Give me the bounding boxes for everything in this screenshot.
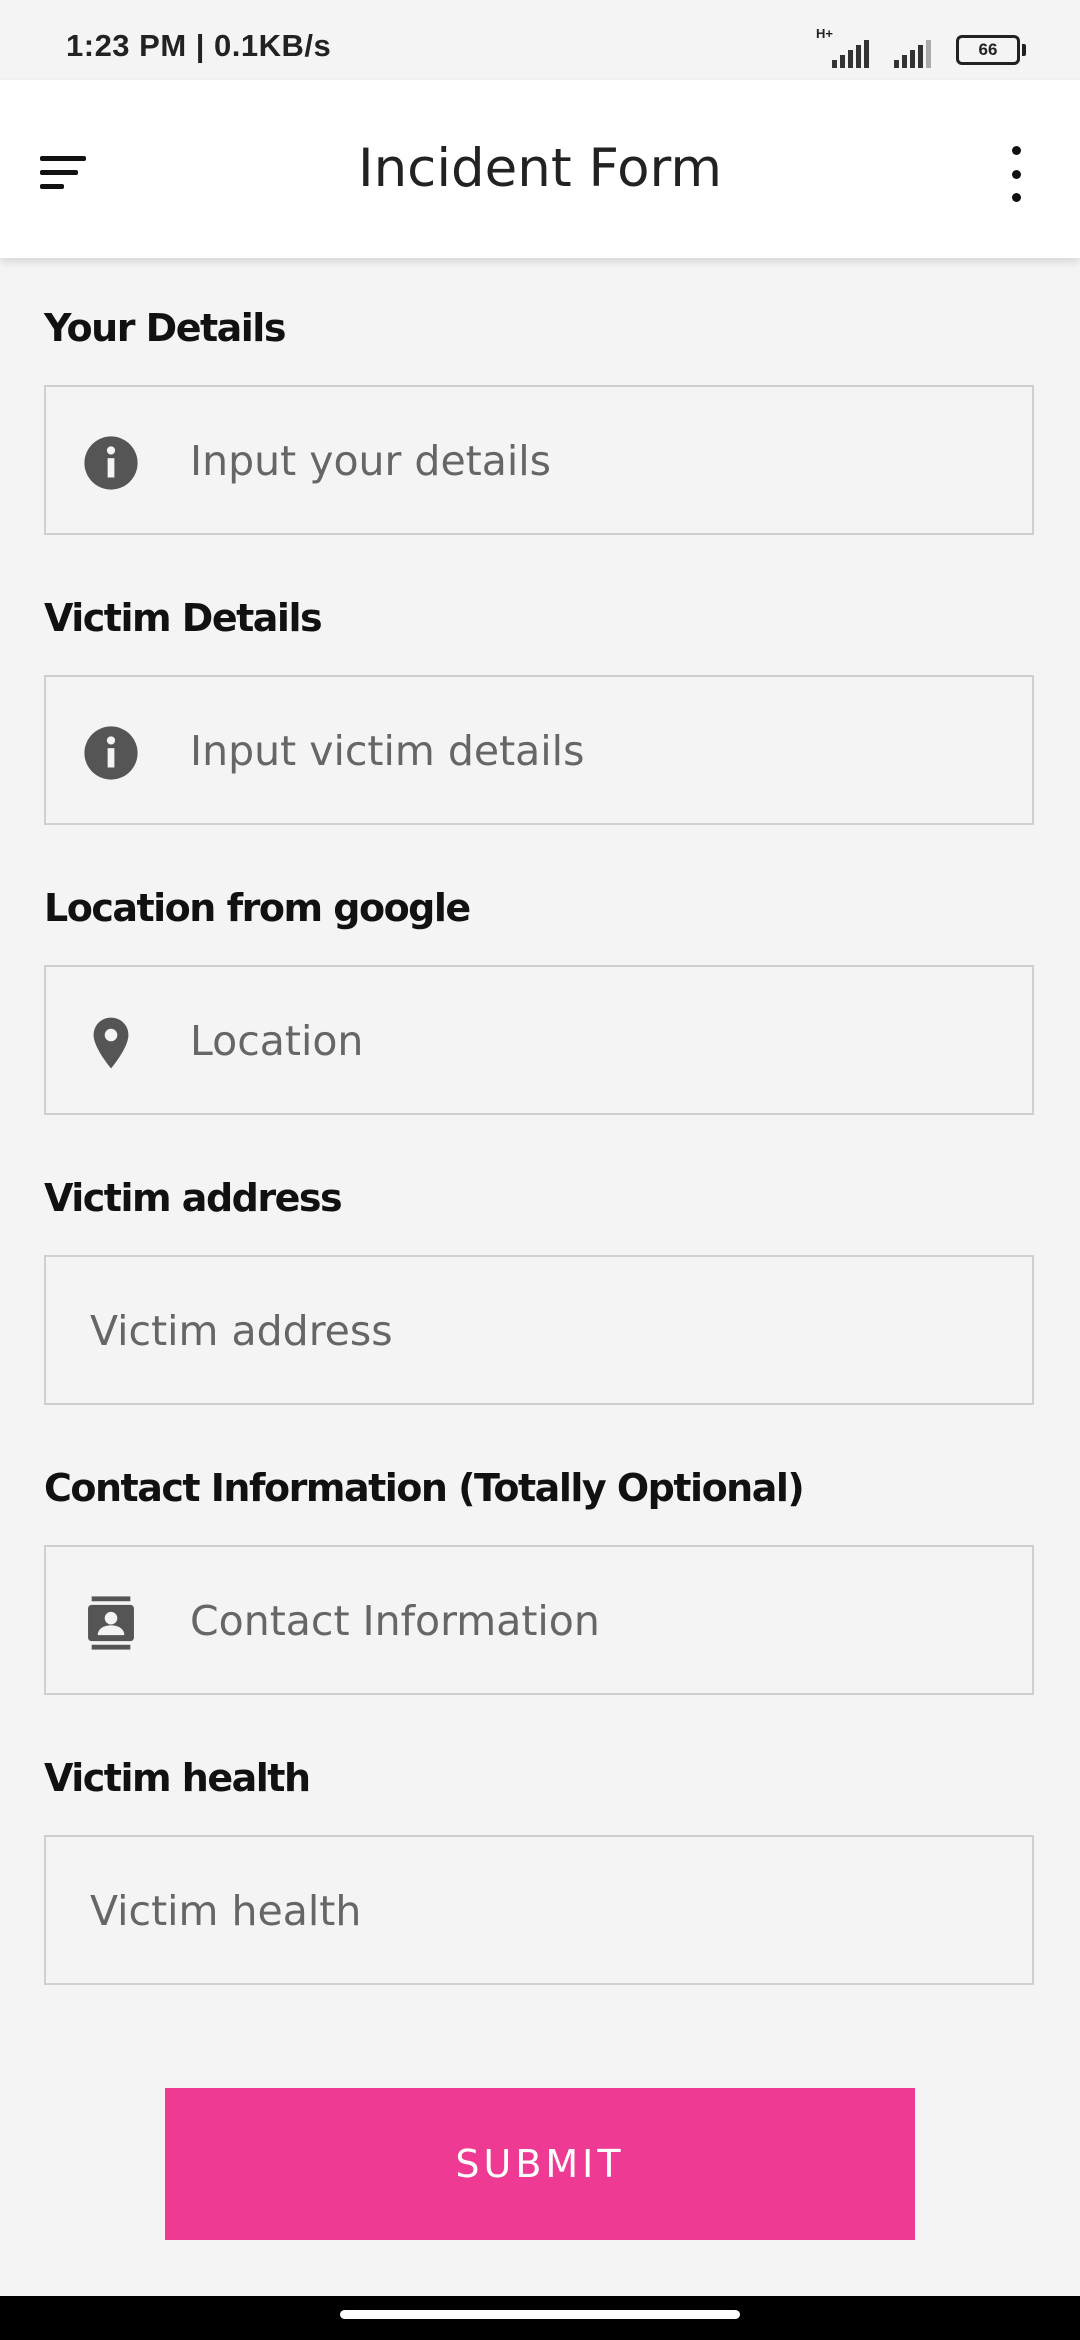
signal-icon-2 [894, 32, 938, 68]
location-label: Location from google [44, 886, 471, 930]
system-nav-bar [0, 2296, 1080, 2340]
signal-icon: H+ [816, 26, 876, 68]
info-icon [84, 726, 138, 780]
network-type: H+ [816, 26, 833, 41]
victim-details-field[interactable] [44, 675, 1034, 825]
your-details-label: Your Details [44, 306, 286, 350]
location-input[interactable] [188, 967, 1012, 1115]
victim-health-label: Victim health [44, 1756, 311, 1800]
contact-info-label: Contact Information (Totally Optional) [44, 1466, 805, 1510]
contact-info-field[interactable] [44, 1545, 1034, 1695]
victim-details-label: Victim Details [44, 596, 323, 640]
victim-address-label: Victim address [44, 1176, 343, 1220]
battery-icon: 66 [956, 35, 1026, 65]
victim-health-input[interactable] [88, 1837, 1012, 1985]
contact-info-input[interactable] [188, 1547, 1012, 1695]
your-details-field[interactable] [44, 385, 1034, 535]
victim-address-input[interactable] [88, 1257, 1012, 1405]
victim-details-input[interactable] [188, 677, 1012, 825]
page-title: Incident Form [357, 138, 723, 199]
victim-address-field[interactable] [44, 1255, 1034, 1405]
status-time: 1:23 PM | 0.1KB/s [66, 28, 332, 63]
app-bar: Incident Form [0, 80, 1080, 258]
status-bar: 1:23 PM | 0.1KB/s H+ 66 [0, 0, 1080, 80]
location-pin-icon [93, 1017, 129, 1069]
submit-button[interactable]: SUBMIT [165, 2088, 915, 2240]
home-indicator[interactable] [340, 2310, 740, 2319]
status-icons: H+ 66 [816, 26, 1026, 70]
your-details-input[interactable] [188, 387, 1012, 535]
info-icon [84, 436, 138, 490]
contact-card-icon [88, 1596, 134, 1650]
victim-health-field[interactable] [44, 1835, 1034, 1985]
more-vert-icon[interactable] [992, 146, 1040, 202]
location-field[interactable] [44, 965, 1034, 1115]
